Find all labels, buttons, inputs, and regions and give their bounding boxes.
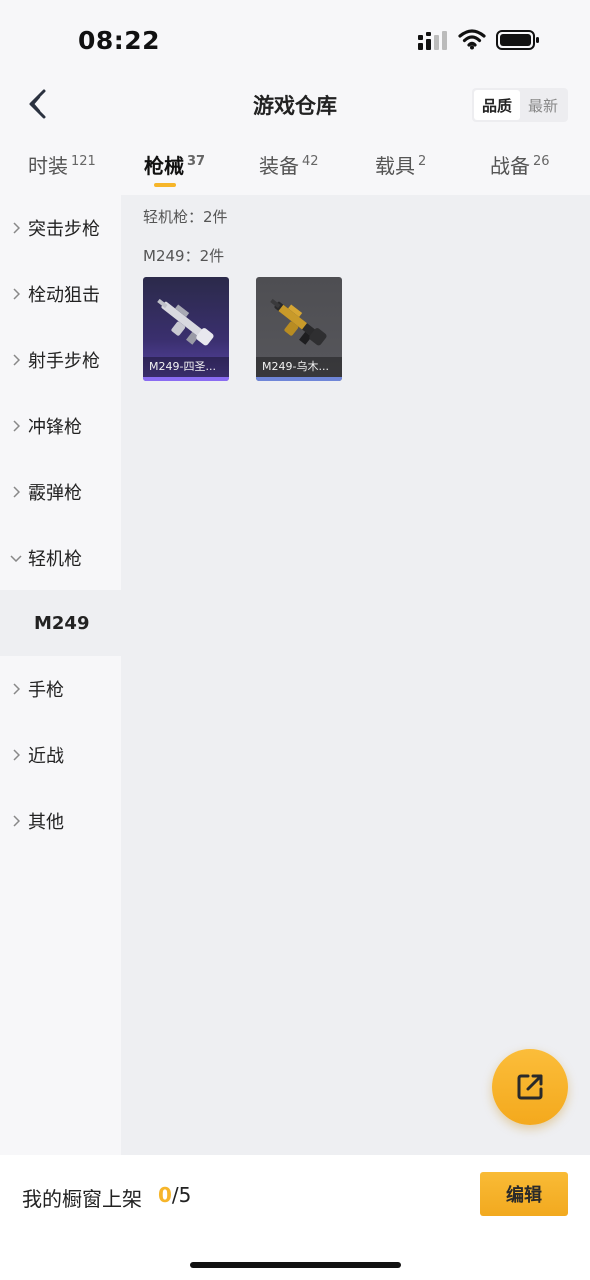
home-indicator[interactable] [190,1262,401,1268]
sidebar-item-label: 射手步枪 [28,351,100,372]
sidebar-item-label: 突击步枪 [28,219,100,240]
tab-count: 2 [418,154,427,169]
nav-bar: 游戏仓库 品质 最新 [0,80,590,130]
edit-button[interactable]: 编辑 [480,1172,568,1216]
showcase-total: /5 [171,1183,192,1207]
share-fab-button[interactable] [492,1049,568,1125]
signal-icon [418,31,447,50]
sidebar-item-label: 冲锋枪 [28,417,82,438]
sidebar-item-lmg[interactable]: 轻机枪 [0,525,121,591]
chevron-right-icon [0,749,28,761]
sidebar-item-pistol[interactable]: 手枪 [0,656,121,722]
sort-toggle: 品质 最新 [472,88,568,122]
inventory-item-card[interactable]: M249-乌木... [256,277,342,381]
inventory-content: 轻机枪：2件 M249：2件 M249-四圣... M249-乌木... [121,195,590,1155]
sidebar-item-label: 轻机枪 [28,549,82,570]
sidebar-item-shotgun[interactable]: 霰弹枪 [0,459,121,525]
sort-option-newest[interactable]: 最新 [520,90,566,120]
tab-label: 载具 [375,154,415,178]
tab-label: 战备 [490,154,530,178]
tab-equipment[interactable]: 装备 42 [259,150,319,179]
sidebar-item-label: 其他 [28,812,64,833]
sidebar-item-other[interactable]: 其他 [0,788,121,854]
sidebar-subitem-m249[interactable]: M249 [0,590,121,656]
sidebar-item-label: 近战 [28,746,64,767]
tab-vehicles[interactable]: 载具 2 [375,150,426,179]
battery-icon [496,30,539,50]
chevron-down-icon [0,554,28,562]
wifi-icon [458,29,486,50]
chevron-right-icon [0,815,28,827]
chevron-right-icon [0,288,28,300]
rarity-bar [143,377,229,381]
tab-count: 42 [302,154,319,169]
item-name: M249-乌木... [256,357,342,377]
item-name: M249-四圣... [143,357,229,377]
lmg-icon [157,298,214,346]
sidebar-item-bolt-sniper[interactable]: 栓动狙击 [0,261,121,327]
tab-count: 37 [187,154,206,169]
status-time: 08:22 [78,26,161,55]
chevron-right-icon [0,354,28,366]
weapon-count-header: M249：2件 [143,247,225,265]
tab-count: 121 [71,154,96,169]
share-icon [517,1074,543,1100]
tab-count: 26 [533,154,550,169]
sidebar-item-label: 手枪 [28,680,64,701]
sidebar-item-label: 霰弹枪 [28,483,82,504]
lmg-icon [270,298,327,346]
rarity-bar [256,377,342,381]
chevron-right-icon [0,486,28,498]
chevron-right-icon [0,683,28,695]
tab-label: 装备 [259,154,299,178]
tab-label: 枪械 [144,154,184,178]
showcase-current: 0 [158,1183,172,1207]
tab-supplies[interactable]: 战备 26 [490,150,550,179]
inventory-item-card[interactable]: M249-四圣... [143,277,229,381]
sidebar-item-marksman-rifle[interactable]: 射手步枪 [0,327,121,393]
showcase-label: 我的橱窗上架 [22,1187,142,1211]
category-tabs: 时装 121 枪械 37 装备 42 载具 2 战备 26 [0,140,590,195]
chevron-right-icon [0,420,28,432]
category-count-header: 轻机枪：2件 [143,208,228,226]
weapon-type-sidebar: 突击步枪 栓动狙击 射手步枪 冲锋枪 霰弹枪 轻机枪 M249 手枪 近战 其他 [0,195,121,1155]
tab-firearms[interactable]: 枪械 37 [144,150,205,179]
tab-fashion[interactable]: 时装 121 [28,150,96,179]
showcase-count: 0/5 [158,1183,191,1207]
sidebar-item-smg[interactable]: 冲锋枪 [0,393,121,459]
sidebar-item-assault-rifle[interactable]: 突击步枪 [0,195,121,261]
tab-label: 时装 [28,154,68,178]
tab-active-indicator [154,183,176,187]
status-bar: 08:22 [0,0,590,80]
chevron-right-icon [0,222,28,234]
sidebar-item-melee[interactable]: 近战 [0,722,121,788]
sidebar-item-label: 栓动狙击 [28,285,100,306]
sort-option-quality[interactable]: 品质 [474,90,520,120]
